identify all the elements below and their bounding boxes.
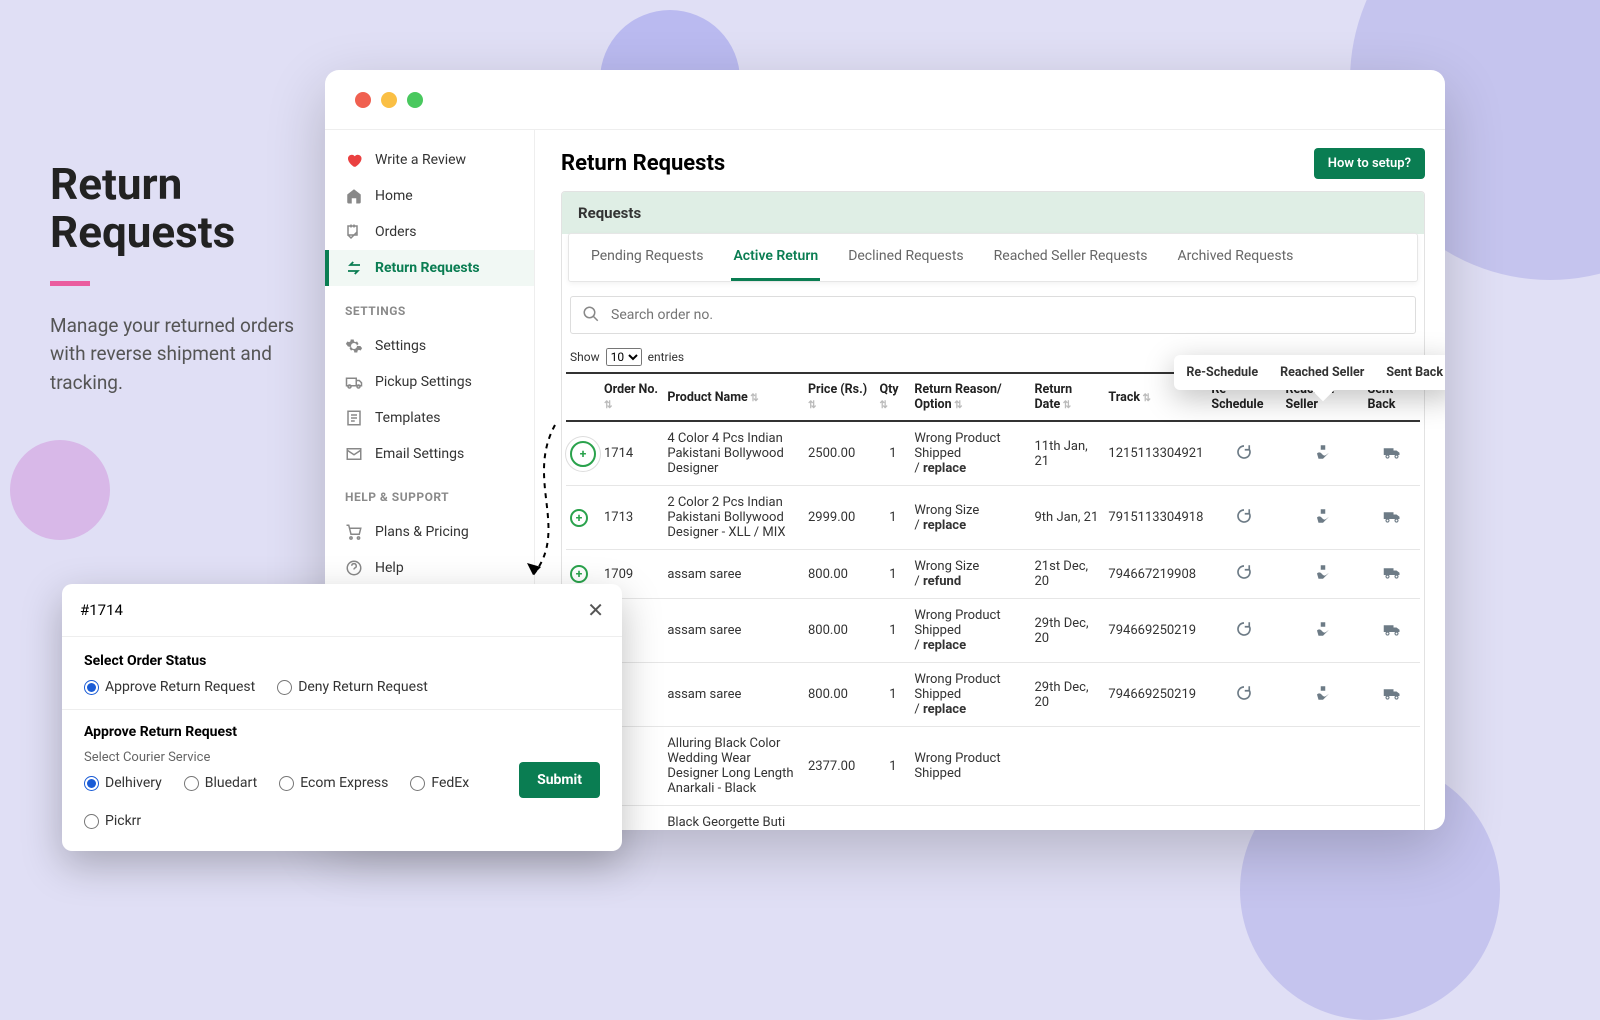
hero-heading: Return Requests Manage your returned ord… xyxy=(50,160,310,397)
main-content: Return Requests How to setup? Requests P… xyxy=(535,130,1445,830)
sidebar-item-pickup-settings[interactable]: Pickup Settings xyxy=(325,364,534,400)
sidebar-item-orders[interactable]: Orders xyxy=(325,214,534,250)
return-icon xyxy=(345,259,363,277)
cart-icon xyxy=(345,523,363,541)
sidebar-item-help[interactable]: Help xyxy=(325,550,534,586)
reschedule-action[interactable] xyxy=(1207,421,1281,486)
tab-active-return[interactable]: Active Return xyxy=(731,234,820,281)
hero-title: Return Requests xyxy=(50,160,310,257)
tab-archived-requests[interactable]: Archived Requests xyxy=(1176,234,1296,281)
sent-back-action[interactable] xyxy=(1364,663,1420,727)
table-row: Alluring Black Color Wedding Wear Design… xyxy=(566,727,1420,806)
requests-table: Order No.Product NamePrice (Rs.)QtyRetur… xyxy=(566,372,1420,830)
tooltip-reschedule: Re-Schedule xyxy=(1186,365,1258,380)
window-min-dot[interactable] xyxy=(381,92,397,108)
sidebar-item-templates[interactable]: Templates xyxy=(325,400,534,436)
reschedule-action[interactable] xyxy=(1207,806,1281,831)
approve-head: Approve Return Request xyxy=(84,724,519,740)
heart-icon xyxy=(345,151,363,169)
requests-card: Requests Pending Requests Active Return De… xyxy=(561,191,1425,830)
reached-seller-action[interactable] xyxy=(1282,421,1364,486)
col-return-date[interactable]: Return Date xyxy=(1031,373,1105,421)
col-price-rs-[interactable]: Price (Rs.) xyxy=(804,373,875,421)
sidebar-item-email-settings[interactable]: Email Settings xyxy=(325,436,534,472)
reached-seller-action[interactable] xyxy=(1282,486,1364,550)
modal-close-button[interactable]: ✕ xyxy=(587,598,604,622)
decorative-blob xyxy=(10,440,110,540)
tooltip-sentback: Sent Back xyxy=(1386,365,1443,380)
tab-reached-seller-requests[interactable]: Reached Seller Requests xyxy=(992,234,1150,281)
modal-title: #1714 xyxy=(80,601,123,619)
courier-ecom-express[interactable]: Ecom Express xyxy=(279,775,388,791)
hero-subtitle: Manage your returned orders with reverse… xyxy=(50,312,310,398)
reschedule-action[interactable] xyxy=(1207,663,1281,727)
sidebar-item-settings[interactable]: Settings xyxy=(325,328,534,364)
reached-seller-action[interactable] xyxy=(1282,663,1364,727)
page-title: Return Requests xyxy=(561,151,725,176)
gear-icon xyxy=(345,337,363,355)
email-icon xyxy=(345,445,363,463)
table-row: assam saree800.001Wrong Product Shipped/… xyxy=(566,599,1420,663)
help-icon xyxy=(345,559,363,577)
reschedule-action[interactable] xyxy=(1207,599,1281,663)
courier-fedex[interactable]: FedEx xyxy=(410,775,469,791)
deny-radio[interactable]: Deny Return Request xyxy=(277,679,428,695)
col-qty[interactable]: Qty xyxy=(875,373,910,421)
courier-bluedart[interactable]: Bluedart xyxy=(184,775,257,791)
sidebar-item-home[interactable]: Home xyxy=(325,178,534,214)
table-row: +1709assam saree800.001Wrong Size/ refun… xyxy=(566,550,1420,599)
entries-select[interactable]: 10 xyxy=(606,348,642,366)
pickup-icon xyxy=(345,373,363,391)
table-row: Black Georgette Buti Saree With Blouse P… xyxy=(566,806,1420,831)
courier-delhivery[interactable]: Delhivery xyxy=(84,775,162,791)
tab-declined-requests[interactable]: Declined Requests xyxy=(846,234,965,281)
table-row: assam saree800.001Wrong Product Shipped/… xyxy=(566,663,1420,727)
sent-back-action[interactable] xyxy=(1364,486,1420,550)
reschedule-action[interactable] xyxy=(1207,486,1281,550)
guide-arrow xyxy=(515,420,575,590)
col-order-no-[interactable]: Order No. xyxy=(600,373,663,421)
search-input[interactable] xyxy=(570,296,1416,334)
col-return-reason-option[interactable]: Return Reason/ Option xyxy=(910,373,1030,421)
sent-back-action[interactable] xyxy=(1364,550,1420,599)
sidebar-item-write-a-review[interactable]: Write a Review xyxy=(325,142,534,178)
sent-back-action[interactable] xyxy=(1364,421,1420,486)
courier-pickrr[interactable]: Pickrr xyxy=(84,813,141,829)
tooltip-reached: Reached Seller xyxy=(1280,365,1364,380)
approve-radio[interactable]: Approve Return Request xyxy=(84,679,255,695)
table-row: +17144 Color 4 Pcs Indian Pakistani Boll… xyxy=(566,421,1420,486)
orders-icon xyxy=(345,223,363,241)
reschedule-action[interactable] xyxy=(1207,550,1281,599)
reached-seller-action[interactable] xyxy=(1282,806,1364,831)
table-row: +17132 Color 2 Pcs Indian Pakistani Boll… xyxy=(566,486,1420,550)
home-icon xyxy=(345,187,363,205)
accent-bar xyxy=(50,281,90,286)
sent-back-action[interactable] xyxy=(1364,806,1420,831)
window-max-dot[interactable] xyxy=(407,92,423,108)
col-product-name[interactable]: Product Name xyxy=(663,373,804,421)
card-header: Requests xyxy=(562,192,1424,234)
template-icon xyxy=(345,409,363,427)
reached-seller-action[interactable] xyxy=(1282,599,1364,663)
action-tooltip: Re-Schedule Reached Seller Sent Back xyxy=(1174,355,1445,390)
courier-label: Select Courier Service xyxy=(84,750,519,765)
sent-back-action[interactable] xyxy=(1364,599,1420,663)
reached-seller-action[interactable] xyxy=(1282,550,1364,599)
order-modal: #1714 ✕ Select Order Status Approve Retu… xyxy=(62,584,622,851)
sidebar-group-label: HELP & SUPPORT xyxy=(325,472,534,514)
status-label: Select Order Status xyxy=(84,653,600,669)
sidebar-group-label: SETTINGS xyxy=(325,286,534,328)
window-close-dot[interactable] xyxy=(355,92,371,108)
sidebar-item-return-requests[interactable]: Return Requests xyxy=(325,250,534,286)
submit-button[interactable]: Submit xyxy=(519,762,600,798)
tab-bar: Pending Requests Active Return Declined Re… xyxy=(568,233,1418,282)
sidebar-item-plans-pricing[interactable]: Plans & Pricing xyxy=(325,514,534,550)
tab-pending-requests[interactable]: Pending Requests xyxy=(589,234,705,281)
search-icon xyxy=(582,305,600,327)
how-to-setup-button[interactable]: How to setup? xyxy=(1314,148,1425,179)
window-titlebar xyxy=(325,70,1445,130)
